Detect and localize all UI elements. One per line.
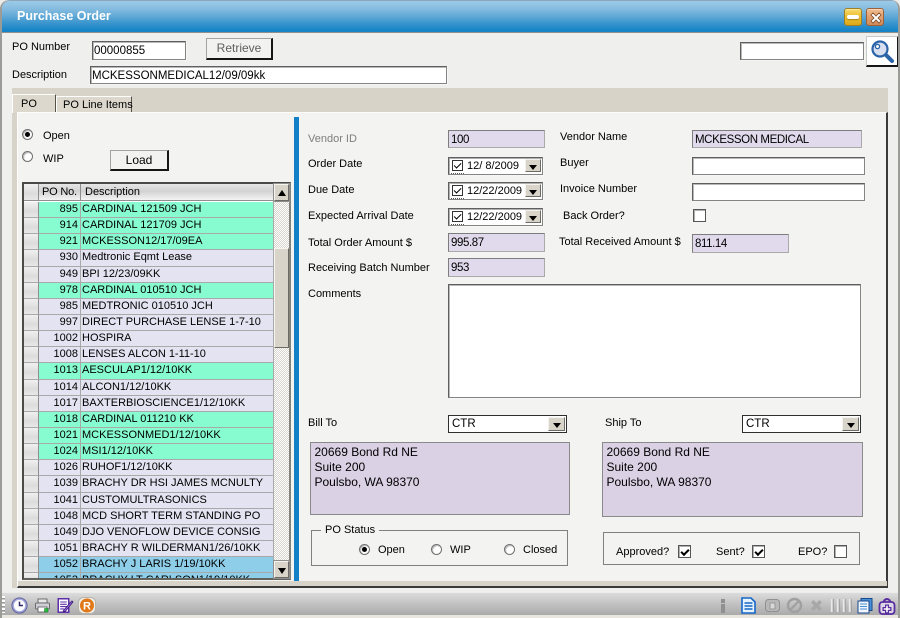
svg-text:R: R: [83, 601, 91, 613]
